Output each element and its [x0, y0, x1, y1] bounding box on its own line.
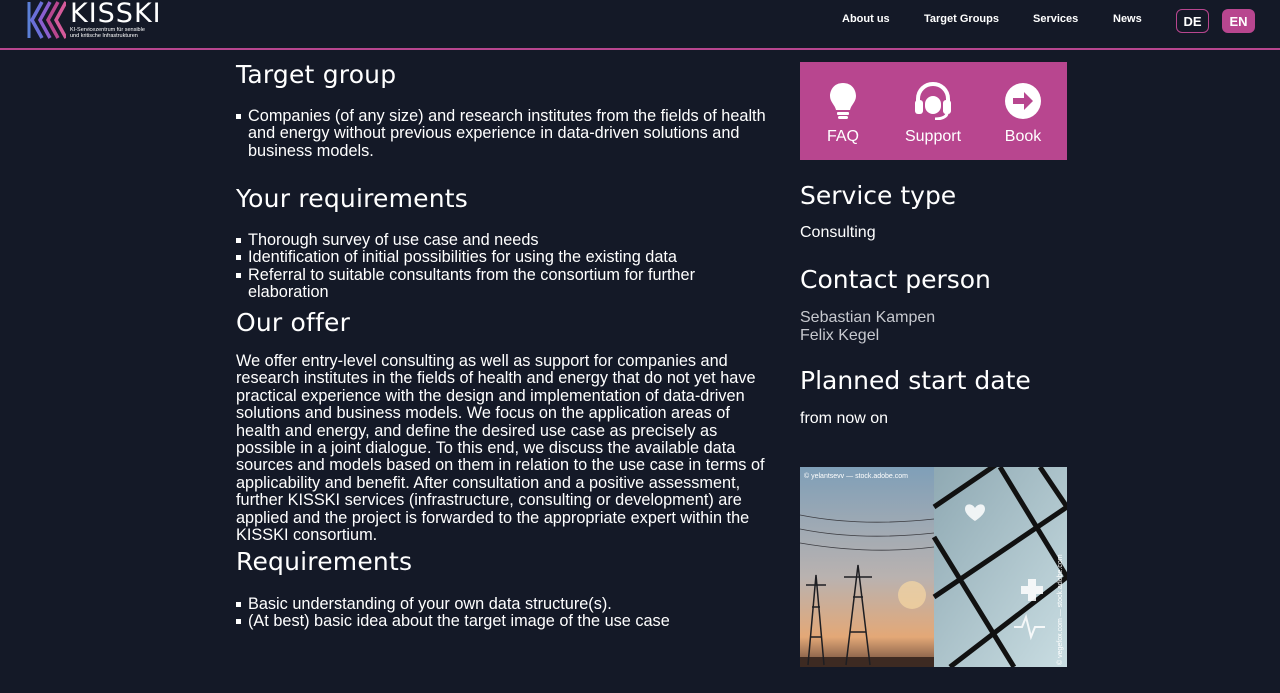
quick-actions-box: FAQ Support Book — [800, 62, 1067, 160]
faq-button[interactable]: FAQ — [808, 82, 878, 146]
nav-news[interactable]: News — [1113, 13, 1142, 25]
language-en-button[interactable]: EN — [1222, 9, 1255, 33]
book-button[interactable]: Book — [988, 82, 1058, 146]
faq-label: FAQ — [826, 128, 859, 145]
image-credit-side: © vegefox.com — stock.adobe.com — [1056, 554, 1064, 665]
list-item: Basic understanding of your own data str… — [236, 595, 776, 613]
list-item: Referral to suitable consultants from th… — [236, 266, 776, 302]
arrow-right-circle-icon — [1005, 83, 1041, 119]
list-item: Identification of initial possibilities … — [236, 248, 776, 266]
kisski-logo-mark-icon — [27, 1, 66, 39]
lightbulb-icon — [830, 83, 856, 119]
target-group-heading: Target group — [236, 60, 397, 89]
contact-name[interactable]: Felix Kegel — [800, 327, 1067, 345]
start-date-value: from now on — [800, 410, 889, 427]
requirements-heading: Requirements — [236, 547, 413, 576]
language-de-button[interactable]: DE — [1176, 9, 1209, 33]
kisski-logo[interactable]: KISSKI KI-Servicezentrum für sensible un… — [26, 0, 162, 40]
your-requirements-heading: Your requirements — [236, 184, 469, 213]
contact-heading: Contact person — [800, 265, 991, 294]
list-item: Companies (of any size) and research ins… — [236, 107, 776, 160]
service-type-value: Consulting — [800, 224, 876, 241]
our-offer-heading: Our offer — [236, 308, 351, 337]
contact-name[interactable]: Sebastian Kampen — [800, 309, 1067, 327]
site-header: KISSKI KI-Servicezentrum für sensible un… — [0, 0, 1280, 50]
your-requirements-list: Thorough survey of use case and needs Id… — [236, 231, 776, 302]
logo-subtitle-line2: und kritische Infrastrukturen — [70, 33, 138, 39]
nav-services[interactable]: Services — [1033, 13, 1078, 25]
headset-icon — [915, 82, 951, 120]
support-button[interactable]: Support — [898, 82, 968, 146]
list-item: Thorough survey of use case and needs — [236, 231, 776, 249]
start-date-section: Planned start date from now on — [800, 366, 1067, 428]
contact-section: Contact person Sebastian Kampen Felix Ke… — [800, 265, 1067, 344]
our-offer-text: We offer entry-level consulting as well … — [236, 352, 765, 545]
service-image: © yelantsevv — stock.adobe.com © vegefox… — [800, 467, 1067, 667]
service-type-section: Service type Consulting — [800, 181, 1067, 242]
image-credit-top: © yelantsevv — stock.adobe.com — [804, 472, 908, 480]
support-label: Support — [904, 128, 962, 145]
logo-name: KISSKI — [70, 0, 162, 29]
nav-target-groups[interactable]: Target Groups — [924, 13, 999, 25]
start-date-heading: Planned start date — [800, 366, 1031, 395]
requirements-list: Basic understanding of your own data str… — [236, 595, 776, 631]
service-type-heading: Service type — [800, 181, 957, 210]
target-group-list: Companies (of any size) and research ins… — [236, 107, 776, 160]
nav-about-us[interactable]: About us — [842, 13, 890, 25]
book-label: Book — [1004, 128, 1042, 145]
list-item: (At best) basic idea about the target im… — [236, 612, 776, 630]
